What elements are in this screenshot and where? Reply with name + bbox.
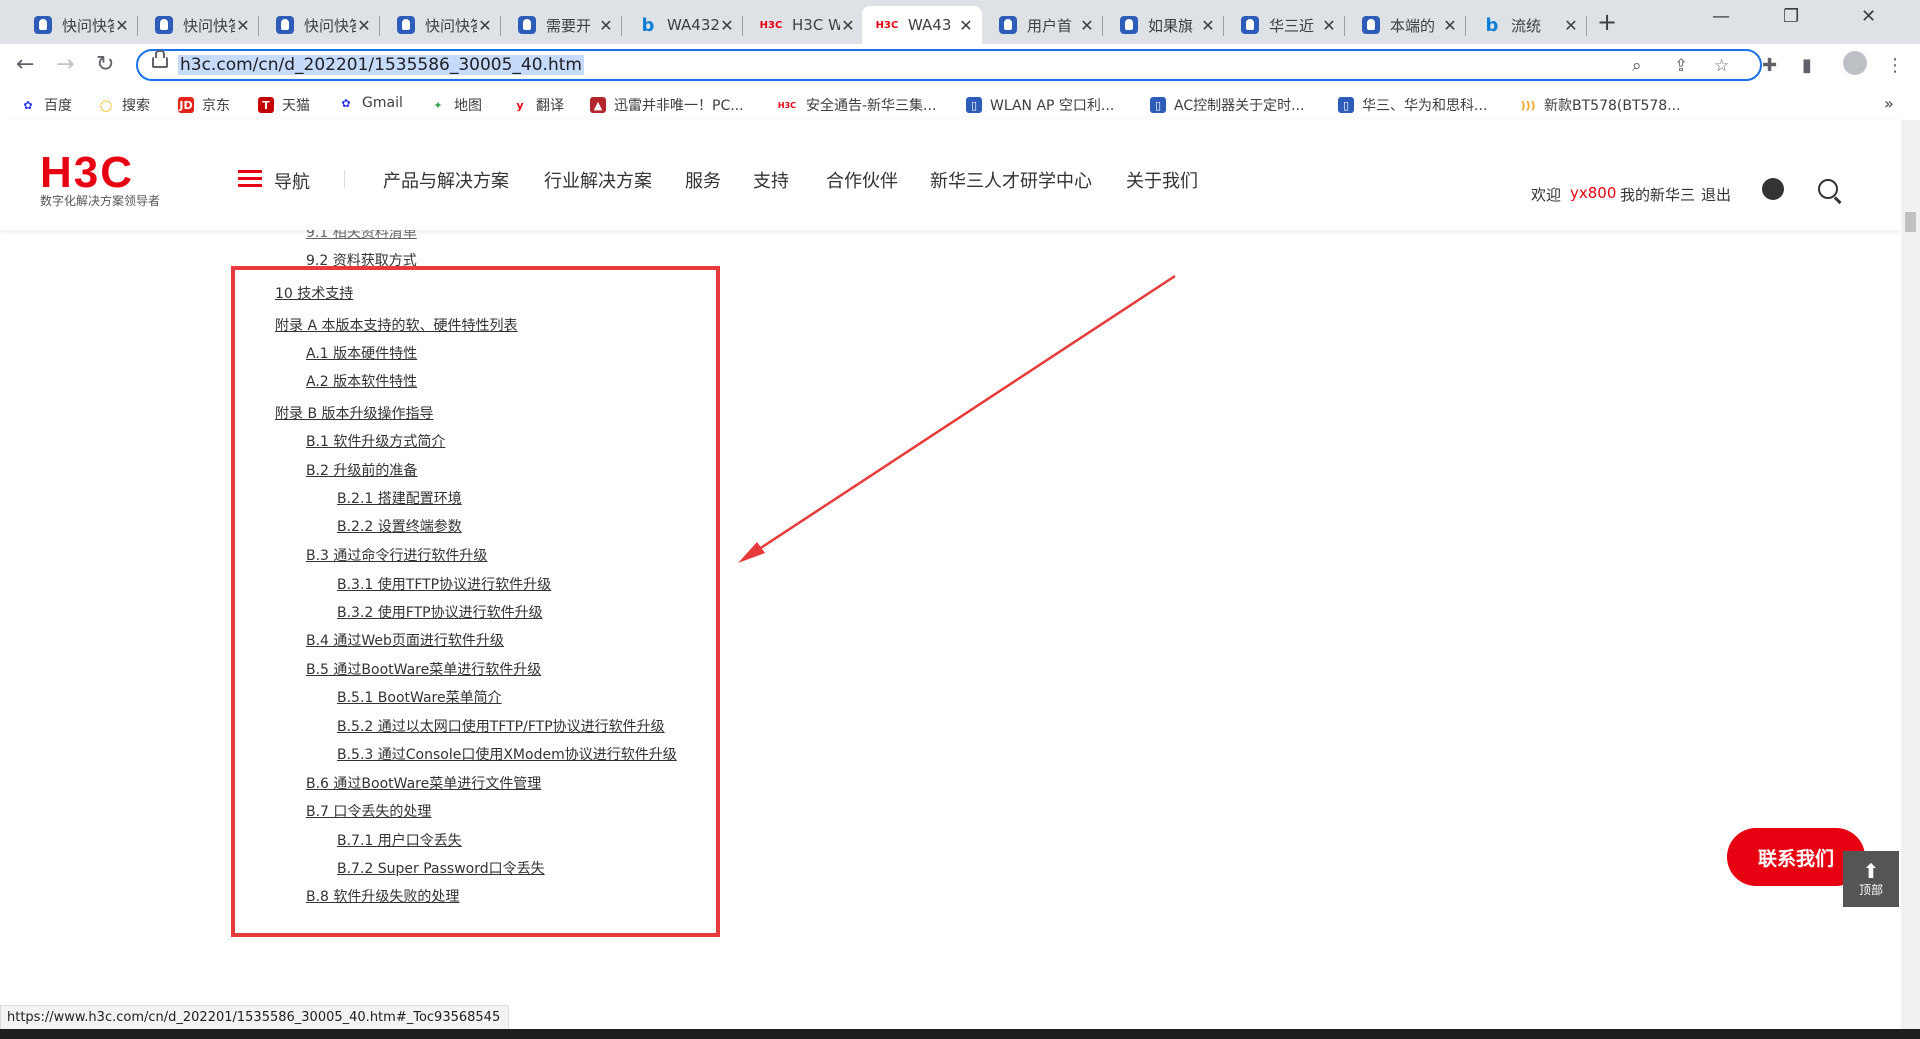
- back-to-top-label: 顶部: [1858, 882, 1883, 897]
- back-to-top-button[interactable]: ⬆ 顶部: [1843, 851, 1899, 907]
- scroll-thumb[interactable]: [1905, 212, 1916, 232]
- arrow-up-icon: ⬆: [1862, 858, 1880, 883]
- status-url: https://www.h3c.com/cn/d_202201/1535586_…: [0, 1005, 510, 1031]
- taskbar-strip: [0, 1029, 1920, 1039]
- page-scrollbar[interactable]: [1901, 120, 1920, 1029]
- annotation-arrow: [738, 274, 1176, 563]
